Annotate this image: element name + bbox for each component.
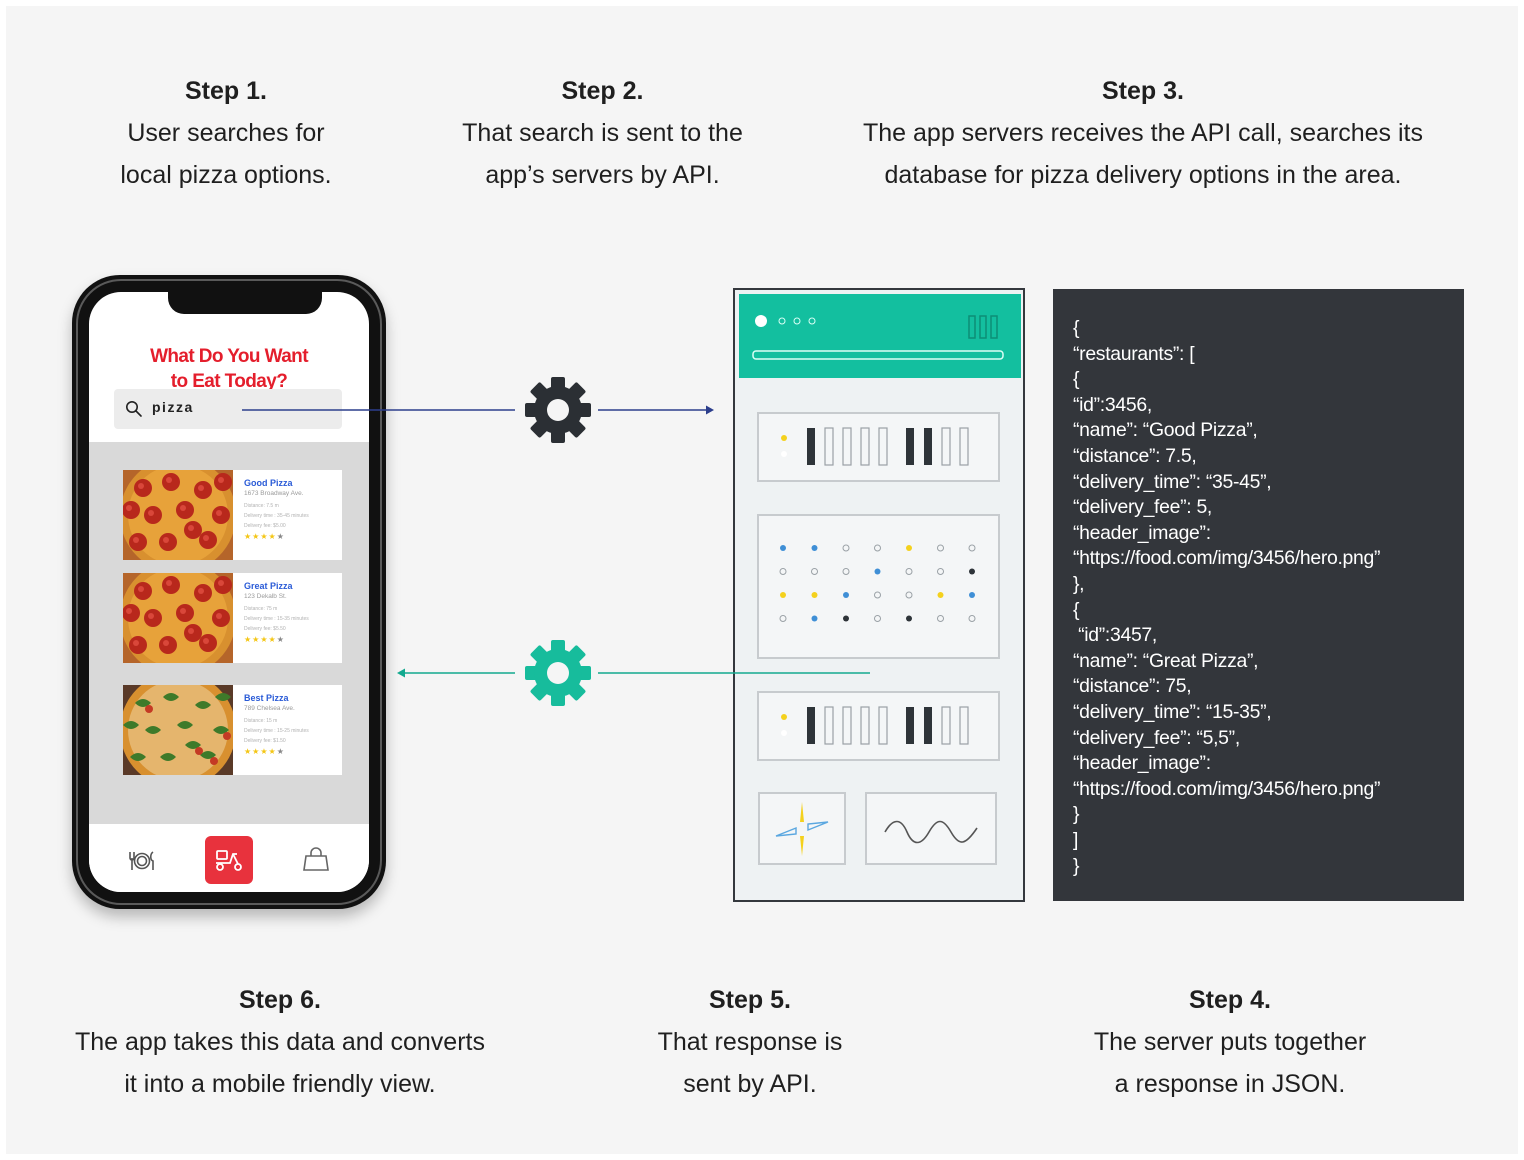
flow-arrows [242,377,870,706]
gear-icon [525,640,591,706]
gear-icon [525,377,591,443]
response-arrowhead [397,668,405,678]
request-arrowhead [706,405,714,415]
